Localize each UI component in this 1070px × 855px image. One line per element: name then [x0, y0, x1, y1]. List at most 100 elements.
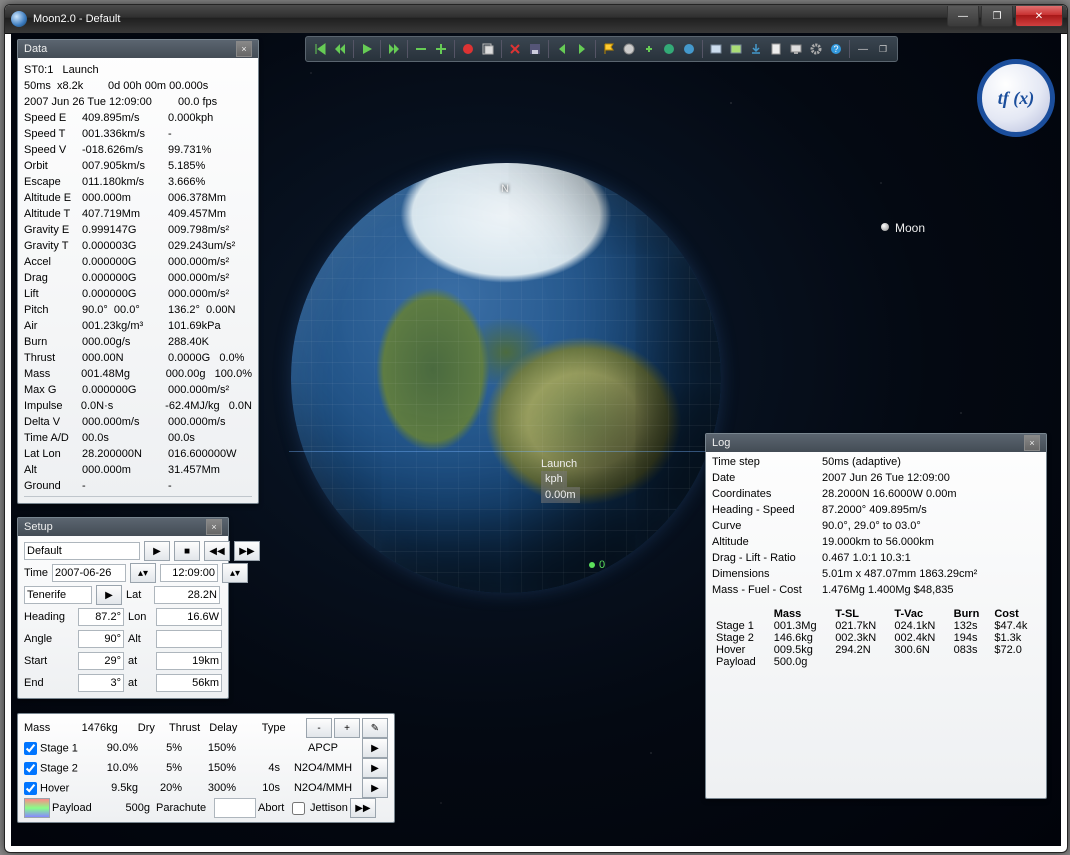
data-row: Orbit007.905km/s5.185%: [24, 158, 252, 174]
fs-min-icon[interactable]: —: [854, 40, 872, 58]
log-row: Date2007 Jun 26 Tue 12:09:00: [712, 472, 1040, 488]
date-spin[interactable]: ▴▾: [130, 563, 156, 583]
log-row: Altitude19.000km to 56.000km: [712, 536, 1040, 552]
data-row: Speed V-018.626m/s99.731%: [24, 142, 252, 158]
play-icon[interactable]: [358, 40, 376, 58]
globe1-icon[interactable]: [620, 40, 638, 58]
panel-title: Data: [24, 43, 47, 55]
monitor-icon[interactable]: [787, 40, 805, 58]
stage-checkbox[interactable]: [24, 742, 37, 755]
fs-max-icon[interactable]: ❐: [874, 40, 892, 58]
angle-input[interactable]: [78, 630, 124, 648]
next-icon[interactable]: [573, 40, 591, 58]
help-icon[interactable]: ?: [827, 40, 845, 58]
delete-icon[interactable]: [506, 40, 524, 58]
data-row: Burn000.00g/s288.40K: [24, 334, 252, 350]
date-input[interactable]: [52, 564, 126, 582]
data-row: Delta V000.000m/s000.000m/s: [24, 414, 252, 430]
stage-checkbox[interactable]: [24, 782, 37, 795]
close-icon[interactable]: ×: [206, 519, 222, 535]
start-input[interactable]: [78, 652, 124, 670]
data-row: Gravity T0.000003G029.243um/s²: [24, 238, 252, 254]
play-button[interactable]: ▶: [144, 541, 170, 561]
window-icon[interactable]: [707, 40, 725, 58]
earth-globe[interactable]: [291, 163, 721, 593]
lat-input[interactable]: [154, 586, 220, 604]
site-input[interactable]: [24, 586, 92, 604]
parachute-input[interactable]: [214, 798, 256, 818]
stage-expand-button[interactable]: ▶: [362, 758, 388, 778]
image-icon[interactable]: [727, 40, 745, 58]
data-row: Max G0.000000G000.000m/s²: [24, 382, 252, 398]
data-row: Accel0.000000G000.000m/s²: [24, 254, 252, 270]
run-button[interactable]: ▶▶: [350, 798, 376, 818]
minus-icon[interactable]: [412, 40, 430, 58]
plus-icon[interactable]: [432, 40, 450, 58]
launch-marker[interactable]: Launch kph 0.00m: [541, 457, 580, 503]
titlebar[interactable]: Moon2.0 - Default — ❐ ✕: [5, 5, 1067, 34]
log-row: Mass - Fuel - Cost1.476Mg 1.400Mg $48,83…: [712, 584, 1040, 600]
alt-input[interactable]: [156, 630, 222, 648]
next-button[interactable]: ▶▶: [234, 541, 260, 561]
flag-icon[interactable]: [600, 40, 618, 58]
globe2-icon[interactable]: [660, 40, 678, 58]
profile-input[interactable]: [24, 542, 140, 560]
time-spin[interactable]: ▴▾: [222, 563, 248, 583]
lon-input[interactable]: [156, 608, 222, 626]
data-row: Altitude E000.000m006.378Mm: [24, 190, 252, 206]
time-input[interactable]: [160, 564, 218, 582]
globe3-icon[interactable]: [680, 40, 698, 58]
prev-icon[interactable]: [553, 40, 571, 58]
data-row: Impulse0.0N·s-62.4MJ/kg 0.0N: [24, 398, 252, 414]
close-icon[interactable]: ×: [1024, 435, 1040, 451]
setup-panel[interactable]: Setup× ▶ ■ ◀◀ ▶▶ Time ▴▾ ▴▾: [17, 517, 229, 699]
record-icon[interactable]: [459, 40, 477, 58]
start-alt-input[interactable]: [156, 652, 222, 670]
minus-button[interactable]: -: [306, 718, 332, 738]
data-row: Speed T001.336km/s-: [24, 126, 252, 142]
log-row: Coordinates28.2000N 16.6000W 0.00m: [712, 488, 1040, 504]
table-row: Payload500.0g: [712, 656, 1040, 668]
data-panel[interactable]: Data× ST0:1 Launch 50ms x8.2k0d 00h 00m …: [17, 39, 259, 504]
doc-icon[interactable]: [767, 40, 785, 58]
fast-forward-icon[interactable]: [385, 40, 403, 58]
stages-panel[interactable]: Mass 1476kg Dry Thrust Delay Type - + ✎ …: [17, 713, 395, 823]
end-alt-input[interactable]: [156, 674, 222, 692]
log-row: Curve90.0°, 29.0° to 03.0°: [712, 520, 1040, 536]
stage-row: Hover9.5kg20%300%10sN2O4/MMH▶: [24, 778, 388, 798]
jettison-checkbox[interactable]: [292, 802, 305, 815]
data-row: Thrust000.00N0.0000G 0.0%: [24, 350, 252, 366]
minimize-button[interactable]: —: [947, 6, 979, 27]
rewind-icon[interactable]: [331, 40, 349, 58]
stage-expand-button[interactable]: ▶: [362, 778, 388, 798]
zero-marker: 0: [589, 559, 605, 571]
skip-start-icon[interactable]: [311, 40, 329, 58]
close-icon[interactable]: ×: [236, 41, 252, 57]
table-row: Stage 1001.3Mg021.7kN024.1kN132s$47.4k: [712, 620, 1040, 632]
log-row: Dimensions5.01m x 487.07mm 1863.29cm²: [712, 568, 1040, 584]
prev-button[interactable]: ◀◀: [204, 541, 230, 561]
target-icon[interactable]: [640, 40, 658, 58]
copy-icon[interactable]: [479, 40, 497, 58]
logo: tf (x): [977, 59, 1055, 137]
data-row: Altitude T407.719Mm409.457Mm: [24, 206, 252, 222]
data-row: Lift0.000000G000.000m/s²: [24, 286, 252, 302]
heading-input[interactable]: [78, 608, 124, 626]
maximize-button[interactable]: ❐: [981, 6, 1013, 27]
edit-button[interactable]: ✎: [362, 718, 388, 738]
log-row: Heading - Speed87.2000° 409.895m/s: [712, 504, 1040, 520]
chart-button[interactable]: [24, 798, 50, 818]
stage-expand-button[interactable]: ▶: [362, 738, 388, 758]
viewport[interactable]: ? — ❐ tf (x) N 0 Moon Launch kph 0.00m D…: [11, 33, 1061, 846]
save-icon[interactable]: [526, 40, 544, 58]
plus-button[interactable]: +: [334, 718, 360, 738]
stage-checkbox[interactable]: [24, 762, 37, 775]
log-panel[interactable]: Log× Time step50ms (adaptive)Date2007 Ju…: [705, 433, 1047, 799]
moon-icon[interactable]: [881, 223, 889, 231]
stop-button[interactable]: ■: [174, 541, 200, 561]
site-play-button[interactable]: ▶: [96, 585, 122, 605]
gear-icon[interactable]: [807, 40, 825, 58]
close-button[interactable]: ✕: [1015, 6, 1063, 27]
end-input[interactable]: [78, 674, 124, 692]
download-icon[interactable]: [747, 40, 765, 58]
